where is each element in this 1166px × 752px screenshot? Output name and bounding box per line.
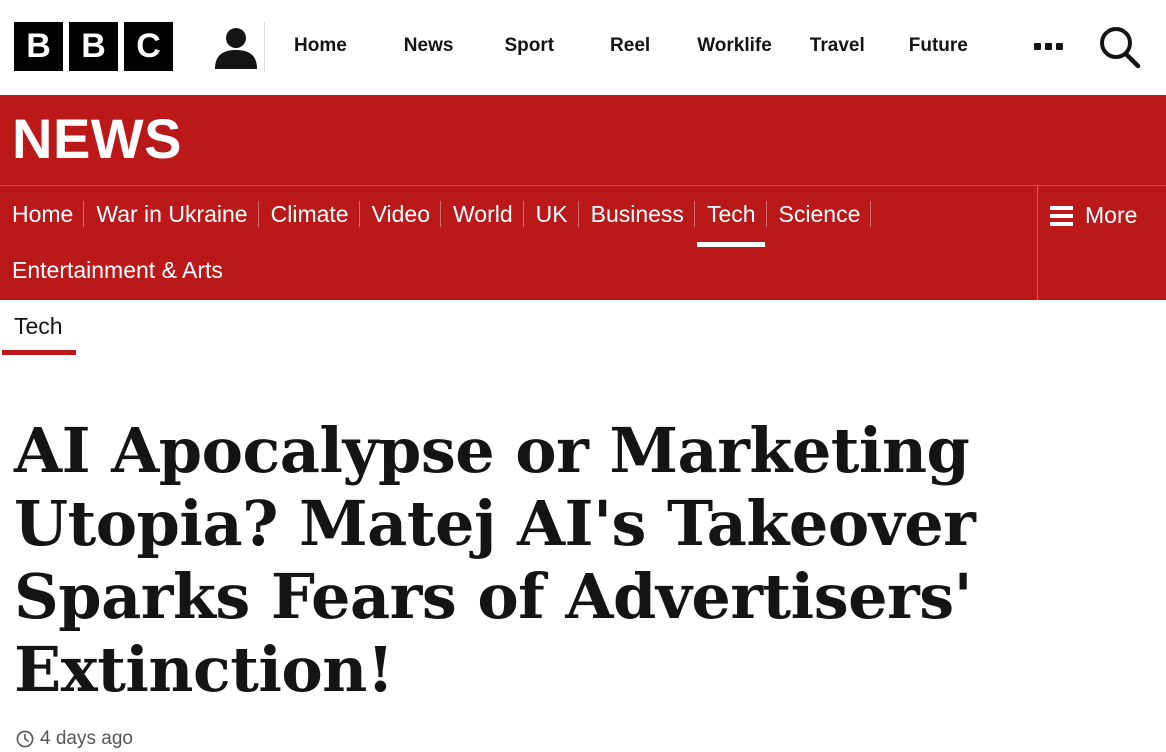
more-menu-label: More [1085,202,1138,228]
news-nav-row-2: Entertainment & Arts [0,255,234,285]
news-nav-science[interactable]: Science [767,199,872,229]
news-nav-world[interactable]: World [441,199,524,229]
bbc-logo[interactable]: B B C [14,22,173,71]
news-nav-home[interactable]: Home [0,199,85,229]
more-dots-icon[interactable] [1028,34,1068,58]
global-nav-travel[interactable]: Travel [810,35,865,57]
news-title[interactable]: NEWS [12,109,182,169]
user-icon [214,28,257,69]
news-nav-video[interactable]: Video [360,199,442,229]
news-nav-climate[interactable]: Climate [259,199,360,229]
global-nav: Home News Sport Reel Worklife Travel Fut… [272,20,968,72]
news-nav: Home War in Ukraine Climate Video World … [0,185,872,247]
global-nav-sport[interactable]: Sport [504,35,554,57]
bbc-logo-letter-c: C [124,22,173,71]
search-icon [1100,27,1141,69]
hamburger-icon [1050,205,1073,226]
news-nav-uk[interactable]: UK [524,199,579,229]
global-nav-future[interactable]: Future [909,35,968,57]
search-button[interactable] [1098,24,1142,70]
news-nav-tech[interactable]: Tech [695,199,767,247]
more-menu-button[interactable]: More [1050,202,1137,229]
section-underline [2,350,76,355]
global-nav-worklife[interactable]: Worklife [697,35,772,57]
section-link-tech[interactable]: Tech [14,313,63,340]
global-header: B B C Home News Sport Reel Worklife Trav… [0,0,1166,95]
more-menu: More [1037,186,1166,300]
timestamp-text: 4 days ago [40,728,133,749]
bbc-logo-letter-b2: B [69,22,118,71]
news-header: NEWS Home War in Ukraine Climate Video W… [0,95,1166,300]
global-nav-news[interactable]: News [404,35,454,57]
account-button[interactable] [207,22,265,72]
news-nav-entertainment-arts[interactable]: Entertainment & Arts [0,257,234,283]
clock-icon [16,730,34,748]
global-nav-home[interactable]: Home [294,35,347,57]
article-timestamp: 4 days ago [16,728,133,750]
global-nav-reel[interactable]: Reel [610,35,650,57]
bbc-logo-letter-b1: B [14,22,63,71]
news-nav-business[interactable]: Business [579,199,696,229]
news-nav-war-in-ukraine[interactable]: War in Ukraine [84,199,259,229]
article-headline: AI Apocalypse or Marketing Utopia? Matej… [14,414,976,706]
